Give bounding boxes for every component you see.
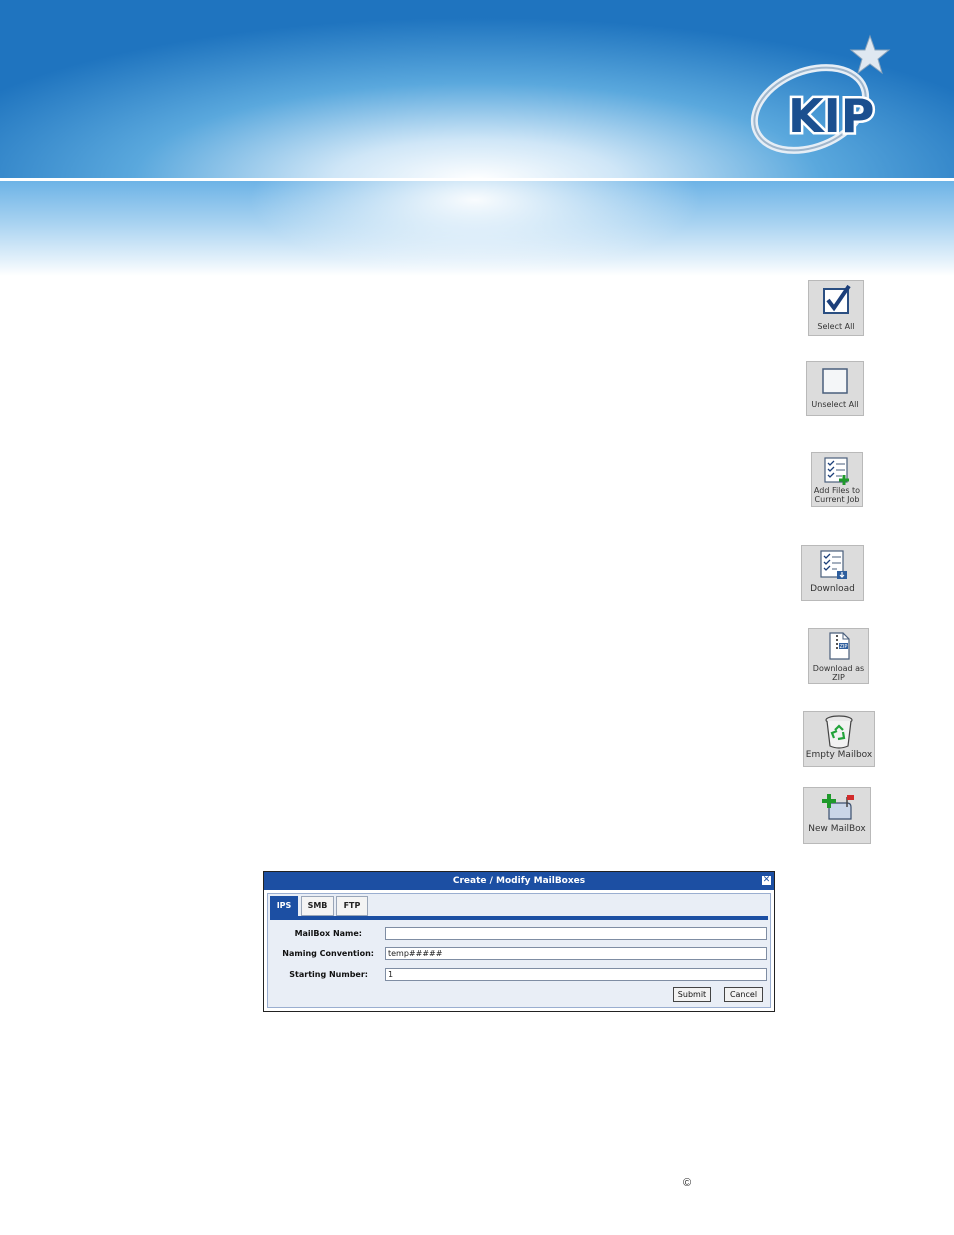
new-mailbox-icon: [822, 794, 854, 820]
checkbox-checked-icon: [823, 284, 851, 314]
download-list-icon: [819, 550, 847, 579]
kip-logo: KIP KIP: [748, 34, 893, 159]
add-files-button[interactable]: Add Files to Current Job: [811, 452, 863, 507]
starting-number-label: Starting Number:: [289, 970, 368, 979]
download-button[interactable]: Download: [801, 545, 864, 601]
dialog-body: IPS SMB FTP MailBox Name: Naming Convent…: [267, 893, 771, 1008]
submit-button[interactable]: Submit: [673, 987, 711, 1002]
unselect-all-label: Unselect All: [811, 400, 859, 409]
tab-ftp[interactable]: FTP: [336, 896, 368, 916]
kip-logo-graphic: KIP KIP: [750, 34, 891, 154]
download-zip-label-line2: ZIP: [832, 673, 845, 682]
empty-mailbox-label: Empty Mailbox: [805, 750, 873, 760]
unselect-all-button[interactable]: Unselect All: [806, 361, 864, 416]
create-mailbox-dialog: Create / Modify MailBoxes ✕ IPS SMB FTP …: [263, 871, 775, 1012]
tab-smb[interactable]: SMB: [301, 896, 334, 916]
copyright-symbol: ©: [683, 1177, 692, 1189]
add-files-icon: [824, 457, 849, 485]
select-all-label: Select All: [817, 322, 855, 331]
zip-file-icon: ZIP: [828, 632, 850, 660]
svg-text:ZIP: ZIP: [839, 644, 847, 650]
add-files-label-line2: Current Job: [814, 495, 860, 504]
tab-ips[interactable]: IPS: [270, 896, 298, 916]
dialog-title: Create / Modify MailBoxes: [452, 876, 586, 886]
naming-convention-label: Naming Convention:: [282, 949, 374, 958]
checkbox-empty-icon: [822, 368, 848, 394]
mailbox-name-label: MailBox Name:: [294, 929, 362, 938]
logo-text: KIP: [788, 89, 874, 143]
empty-mailbox-button[interactable]: Empty Mailbox: [803, 711, 875, 767]
new-mailbox-label: New MailBox: [808, 824, 866, 834]
recycle-bin-icon: [825, 715, 853, 749]
close-icon[interactable]: ✕: [762, 876, 771, 885]
header-banner-lower: [0, 181, 954, 276]
add-files-label-line1: Add Files to: [813, 486, 861, 495]
naming-convention-input[interactable]: temp#####: [385, 947, 767, 960]
cancel-button[interactable]: Cancel: [724, 987, 763, 1002]
starting-number-input[interactable]: 1: [385, 968, 767, 981]
download-label: Download: [810, 584, 855, 594]
select-all-button[interactable]: Select All: [808, 280, 864, 336]
dialog-titlebar: Create / Modify MailBoxes ✕: [264, 872, 774, 890]
download-zip-button[interactable]: ZIP Download as ZIP: [808, 628, 869, 684]
download-zip-label-line1: Download as: [812, 664, 865, 673]
mailbox-name-input[interactable]: [385, 927, 767, 940]
new-mailbox-button[interactable]: New MailBox: [803, 787, 871, 844]
tab-underline: [270, 916, 768, 920]
